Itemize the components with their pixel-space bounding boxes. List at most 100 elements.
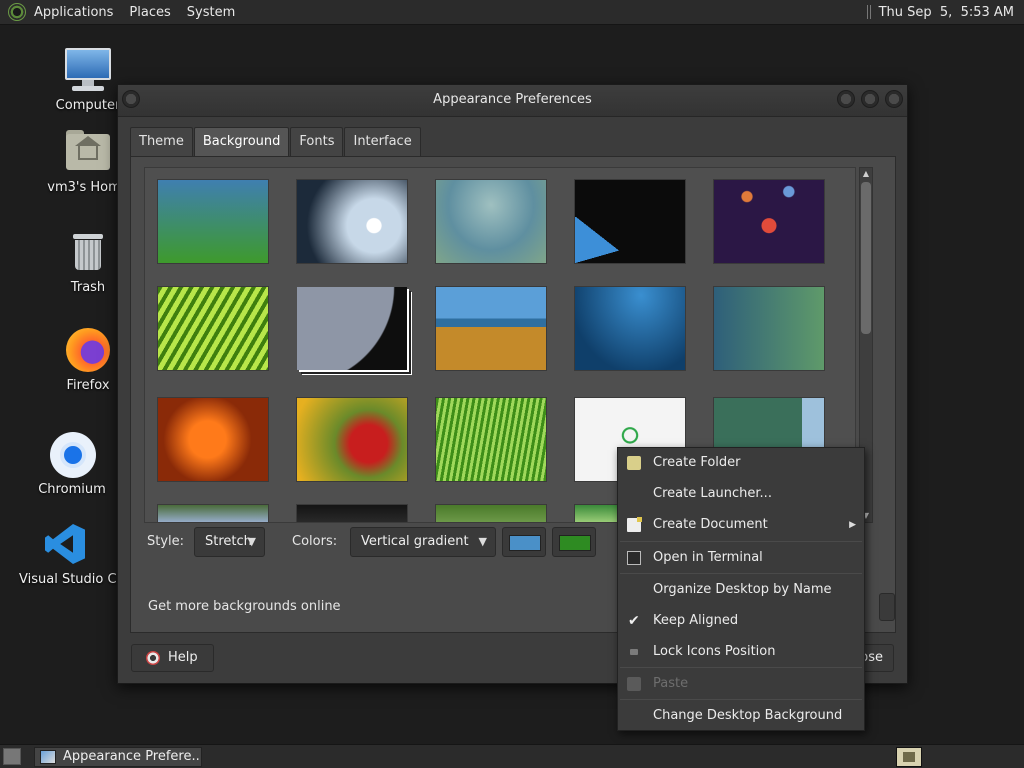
primary-color-swatch — [509, 535, 541, 551]
secondary-color-button[interactable] — [552, 527, 596, 557]
wallpaper-thumbnail[interactable] — [714, 287, 824, 370]
lock-icon — [630, 649, 638, 655]
combo-arrow-icon: ▼ — [247, 535, 256, 548]
maximize-button[interactable] — [861, 90, 879, 108]
wallpaper-thumbnail[interactable] — [436, 180, 546, 263]
menu-separator — [620, 699, 862, 700]
wallpaper-thumbnail[interactable] — [297, 180, 407, 263]
colors-label: Colors: — [292, 534, 338, 549]
add-remove-button[interactable] — [879, 593, 895, 621]
menu-item-create-folder[interactable]: Create Folder — [618, 448, 864, 478]
wallpaper-thumbnail[interactable] — [297, 398, 407, 481]
panel-grip-icon — [866, 5, 871, 19]
menu-item-open-terminal[interactable]: Open in Terminal — [618, 543, 864, 573]
wallpaper-thumbnail[interactable] — [158, 398, 268, 481]
tab-theme[interactable]: Theme — [130, 127, 193, 156]
bottom-panel: Appearance Prefere... — [0, 744, 1024, 768]
appearance-app-icon — [40, 750, 56, 764]
desktop-icon-label: Visual Studio Code — [19, 572, 125, 587]
scrollbar-thumb[interactable] — [861, 182, 871, 334]
clock-area: Thu Sep 5, 5:53 AM — [866, 5, 1024, 20]
desktop-icon-chromium[interactable]: Chromium — [17, 430, 127, 497]
menu-item-label: Keep Aligned — [653, 613, 739, 628]
firefox-icon — [64, 326, 112, 374]
help-button[interactable]: Help — [131, 644, 214, 672]
menu-item-label: Create Launcher... — [653, 486, 772, 501]
tab-background[interactable]: Background — [193, 127, 290, 156]
taskbar-item-appearance[interactable]: Appearance Prefere... — [34, 747, 202, 767]
distro-logo-icon[interactable] — [8, 3, 26, 21]
top-panel: Applications Places System Thu Sep 5, 5:… — [0, 0, 1024, 25]
menu-separator — [620, 667, 862, 668]
menu-item-label: Create Folder — [653, 455, 741, 470]
tab-fonts[interactable]: Fonts — [290, 127, 344, 156]
computer-icon — [64, 46, 112, 94]
colors-combo-value: Vertical gradient — [361, 534, 469, 549]
menu-item-organize-desktop[interactable]: Organize Desktop by Name — [618, 575, 864, 605]
menu-item-label: Create Document — [653, 517, 768, 532]
taskbar-item-label: Appearance Prefere... — [63, 749, 202, 764]
wallpaper-thumbnail[interactable] — [436, 505, 546, 522]
show-desktop-icon[interactable] — [3, 748, 21, 765]
primary-color-button[interactable] — [502, 527, 546, 557]
menu-separator — [620, 541, 862, 542]
chromium-icon — [48, 430, 96, 478]
wallpaper-thumbnail[interactable] — [158, 180, 268, 263]
wallpaper-thumbnail[interactable] — [297, 505, 407, 522]
style-combo[interactable]: Stretch ▼ — [194, 527, 265, 557]
wallpaper-thumbnail[interactable] — [575, 287, 685, 370]
top-menu-bar: Applications Places System — [0, 0, 243, 25]
menu-item-change-background[interactable]: Change Desktop Background — [618, 701, 864, 731]
submenu-arrow-icon: ▶ — [849, 520, 856, 530]
menu-item-label: Organize Desktop by Name — [653, 582, 832, 597]
menu-item-label: Open in Terminal — [653, 550, 763, 565]
wallpaper-thumbnail[interactable] — [158, 287, 268, 370]
wallpaper-thumbnail[interactable] — [158, 505, 268, 522]
menu-separator — [620, 573, 862, 574]
menu-item-create-document[interactable]: Create Document ▶ — [618, 510, 864, 540]
window-title: Appearance Preferences — [433, 92, 592, 107]
home-folder-icon — [64, 128, 112, 176]
clock[interactable]: Thu Sep 5, 5:53 AM — [879, 5, 1014, 20]
tab-bar: Theme Background Fonts Interface — [130, 127, 422, 156]
menu-item-create-launcher[interactable]: Create Launcher... — [618, 479, 864, 509]
combo-arrow-icon: ▼ — [478, 535, 487, 548]
applications-menu[interactable]: Applications — [26, 0, 121, 25]
menu-item-label: Paste — [653, 676, 689, 691]
workspace-switcher-icon[interactable] — [896, 747, 922, 767]
wallpaper-thumbnail[interactable] — [575, 180, 685, 263]
menu-item-lock-icons[interactable]: Lock Icons Position — [618, 637, 864, 667]
document-new-icon — [627, 517, 642, 532]
trash-icon — [64, 228, 112, 276]
wallpaper-thumbnail[interactable] — [297, 287, 407, 370]
system-menu[interactable]: System — [179, 0, 243, 25]
window-menu-button[interactable] — [122, 90, 140, 108]
colors-combo[interactable]: Vertical gradient ▼ — [350, 527, 496, 557]
places-menu[interactable]: Places — [121, 0, 178, 25]
paste-icon — [627, 677, 641, 691]
check-icon: ✔ — [628, 613, 640, 629]
window-titlebar[interactable]: Appearance Preferences — [118, 85, 907, 117]
desktop-context-menu: Create Folder Create Launcher... Create … — [617, 447, 865, 731]
help-button-label: Help — [168, 650, 198, 665]
terminal-icon — [627, 551, 641, 565]
menu-item-keep-aligned[interactable]: ✔ Keep Aligned — [618, 606, 864, 636]
get-more-backgrounds-link[interactable]: Get more backgrounds online — [148, 599, 341, 614]
menu-item-label: Lock Icons Position — [653, 644, 776, 659]
style-combo-value: Stretch — [205, 534, 252, 549]
style-label: Style: — [147, 534, 185, 549]
wallpaper-thumbnail[interactable] — [714, 180, 824, 263]
folder-new-icon — [627, 456, 641, 470]
menu-item-paste[interactable]: Paste — [618, 669, 864, 699]
help-icon — [146, 651, 160, 665]
vscode-icon — [41, 520, 89, 568]
desktop-icon-vscode[interactable]: Visual Studio Code — [10, 520, 125, 587]
window-close-button[interactable] — [885, 90, 903, 108]
scroll-up-arrow-icon[interactable]: ▲ — [860, 168, 872, 180]
wallpaper-thumbnail[interactable] — [436, 287, 546, 370]
wallpaper-thumbnail[interactable] — [436, 398, 546, 481]
menu-item-label: Change Desktop Background — [653, 708, 843, 723]
tab-interface[interactable]: Interface — [344, 127, 421, 156]
minimize-button[interactable] — [837, 90, 855, 108]
desktop-icon-label: Chromium — [38, 482, 106, 497]
